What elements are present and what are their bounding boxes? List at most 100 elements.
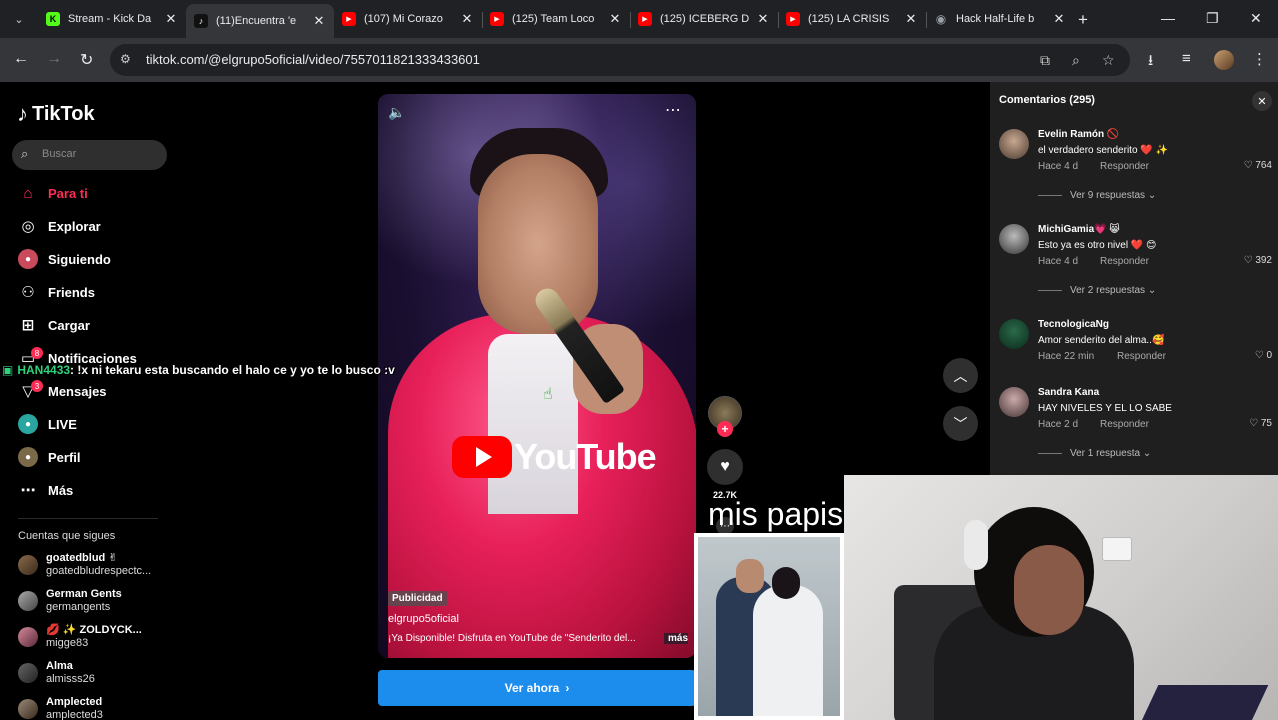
- previous-video-button[interactable]: ︿: [943, 358, 978, 393]
- comment-author[interactable]: Evelin Ramón 🚫: [1038, 129, 1119, 140]
- youtube-wordmark: YouTube: [514, 436, 657, 477]
- nav-live[interactable]: ● LIVE: [18, 413, 77, 435]
- browser-tab-bar: ⌄ K Stream - Kick Da ✕ ♪ (11)Encuentra '…: [0, 0, 1278, 38]
- like-count: 764: [1255, 160, 1272, 171]
- following-account[interactable]: Alma almisss26: [18, 660, 95, 686]
- comment-like[interactable]: ♡ 75: [1249, 418, 1272, 429]
- account-name: goatedblud ✌: [46, 552, 118, 564]
- browser-tab[interactable]: ▶ (107) Mi Corazo ✕: [334, 4, 482, 34]
- avatar[interactable]: [999, 319, 1029, 349]
- nav-label: Friends: [48, 284, 95, 300]
- nav-perfil[interactable]: ● Perfil: [18, 446, 81, 468]
- new-tab-icon[interactable]: +: [1078, 10, 1088, 30]
- nav-label: Para ti: [48, 185, 88, 201]
- install-app-icon[interactable]: ⧉: [1040, 52, 1050, 69]
- account-name: Amplected: [46, 696, 103, 708]
- comment-like[interactable]: ♡ 764: [1244, 160, 1272, 171]
- close-icon[interactable]: ✕: [608, 11, 622, 27]
- browser-tab[interactable]: ◉ Hack Half-Life b ✕: [926, 4, 1074, 34]
- streamer-face: [1014, 545, 1084, 635]
- nav-explorar[interactable]: ◎ Explorar: [18, 215, 100, 237]
- browser-tab[interactable]: ▶ (125) ICEBERG D ✕: [630, 4, 778, 34]
- browser-tab[interactable]: K Stream - Kick Da ✕: [38, 4, 186, 34]
- home-icon: ⌂: [23, 184, 33, 202]
- close-icon[interactable]: ✕: [904, 11, 918, 27]
- following-account[interactable]: German Gents germangents: [18, 588, 122, 614]
- close-icon[interactable]: ✕: [460, 11, 474, 27]
- next-video-button[interactable]: ﹀: [943, 406, 978, 441]
- close-icon[interactable]: ✕: [756, 11, 770, 27]
- volume-icon[interactable]: 🔈: [388, 104, 405, 121]
- site-info-icon[interactable]: ⚙: [120, 52, 131, 66]
- tab-title: (125) Team Loco: [512, 13, 595, 25]
- search-input[interactable]: ⌕ Buscar: [12, 140, 167, 170]
- media-controls-icon[interactable]: ≡: [1182, 50, 1191, 67]
- download-icon[interactable]: ⭳: [1148, 50, 1153, 75]
- stream-caption: mis papis: [708, 496, 844, 532]
- close-icon[interactable]: ✕: [312, 13, 326, 29]
- comment-author[interactable]: Sandra Kana: [1038, 387, 1099, 398]
- nav-siguiendo[interactable]: ● Siguiendo: [18, 248, 111, 270]
- view-replies[interactable]: Ver 2 respuestas ⌄: [1038, 285, 1156, 296]
- nav-para-ti[interactable]: ⌂ Para ti: [18, 182, 88, 204]
- more-link[interactable]: más: [663, 633, 688, 644]
- video-author[interactable]: elgrupo5oficial: [388, 613, 459, 625]
- nav-label: Siguiendo: [48, 251, 111, 267]
- forward-icon[interactable]: →: [46, 50, 62, 68]
- avatar: [18, 663, 38, 683]
- tab-search-button[interactable]: ⌄: [8, 8, 30, 30]
- tab-title: Stream - Kick Da: [68, 13, 152, 25]
- following-account[interactable]: goatedblud ✌ goatedbludrespectc...: [18, 552, 151, 578]
- video-player[interactable]: 🔈 ⋯ YouTube ☝ Publicidad elgrupo5oficial…: [378, 94, 696, 658]
- view-replies[interactable]: Ver 9 respuestas ⌄: [1038, 190, 1156, 201]
- youtube-icon: ▶: [638, 12, 652, 26]
- youtube-play-icon: [452, 436, 512, 478]
- close-icon[interactable]: ✕: [164, 11, 178, 27]
- kick-badge-icon: ▣: [2, 363, 14, 377]
- nav-friends[interactable]: ⚇ Friends: [18, 281, 95, 303]
- nav-mas[interactable]: ⋯ Más: [18, 479, 74, 501]
- cta-label: Ver ahora: [504, 681, 560, 695]
- ver-ahora-button[interactable]: Ver ahora ›: [378, 670, 696, 706]
- headset: [964, 520, 988, 570]
- globe-icon: ◉: [935, 12, 947, 26]
- view-replies-label: Ver 2 respuestas: [1070, 285, 1146, 296]
- bookmark-star-icon[interactable]: ☆: [1102, 52, 1115, 69]
- menu-icon[interactable]: ⋮: [1252, 50, 1267, 68]
- tiktok-logo[interactable]: ♪ TikTok: [17, 101, 95, 127]
- back-icon[interactable]: ←: [13, 50, 29, 68]
- reply-button[interactable]: Responder: [1100, 256, 1149, 267]
- view-replies[interactable]: Ver 1 respuesta ⌄: [1038, 448, 1151, 459]
- restore-icon[interactable]: ❐: [1206, 10, 1219, 27]
- avatar[interactable]: [999, 129, 1029, 159]
- more-options-icon[interactable]: ⋯: [665, 100, 682, 120]
- reply-button[interactable]: Responder: [1117, 351, 1166, 362]
- more-icon: ⋯: [20, 482, 36, 499]
- close-icon[interactable]: ✕: [1252, 91, 1272, 111]
- comment-like[interactable]: ♡ 392: [1244, 255, 1272, 266]
- close-window-icon[interactable]: ✕: [1250, 10, 1262, 27]
- like-button[interactable]: ♥: [707, 449, 743, 485]
- following-account[interactable]: 💋 ✨ ZOLDYCK... migge83: [18, 624, 142, 650]
- chevron-up-icon: ︿: [953, 367, 968, 384]
- browser-tab-active[interactable]: ♪ (11)Encuentra 'e ✕: [186, 4, 334, 38]
- reply-button[interactable]: Responder: [1100, 161, 1149, 172]
- browser-tab[interactable]: ▶ (125) Team Loco ✕: [482, 4, 630, 34]
- avatar[interactable]: [999, 387, 1029, 417]
- browser-tab[interactable]: ▶ (125) LA CRISIS ✕: [778, 4, 926, 34]
- zoom-icon[interactable]: ⌕: [1072, 52, 1080, 69]
- address-bar[interactable]: ⚙ tiktok.com/@elgrupo5oficial/video/7557…: [110, 44, 1130, 76]
- profile-avatar[interactable]: [1214, 50, 1234, 70]
- comment-like[interactable]: ♡ 0: [1255, 350, 1272, 361]
- close-icon[interactable]: ✕: [1052, 11, 1066, 27]
- kick-icon: K: [46, 12, 60, 26]
- following-account[interactable]: Amplected amplected3: [18, 696, 103, 720]
- reply-button[interactable]: Responder: [1100, 419, 1149, 430]
- nav-cargar[interactable]: ⊞ Cargar: [18, 314, 90, 336]
- comment-author[interactable]: MichiGamia💗 😸: [1038, 224, 1120, 235]
- avatar[interactable]: [999, 224, 1029, 254]
- minimize-icon[interactable]: —: [1161, 10, 1175, 26]
- follow-plus-icon[interactable]: +: [717, 421, 733, 437]
- comment-author[interactable]: TecnologicaNg: [1038, 319, 1109, 330]
- reload-icon[interactable]: ↻: [80, 50, 93, 70]
